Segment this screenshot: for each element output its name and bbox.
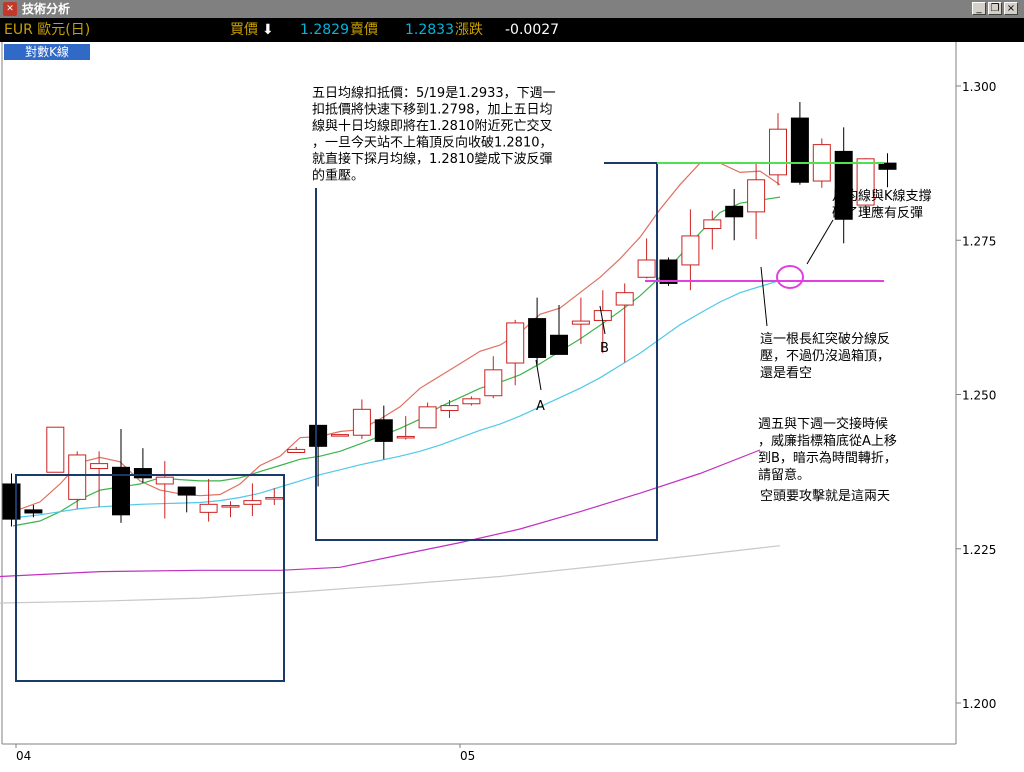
log-candle-tab[interactable]: 對數K線 <box>4 44 90 60</box>
quote-bar: EUR 歐元(日) 買價 ⬇ 1.2829 賣價 1.2833 漲跌 -0.00… <box>0 18 1024 42</box>
symbol-label[interactable]: EUR 歐元(日) <box>4 21 90 39</box>
candle-body[interactable] <box>659 259 678 284</box>
buy-price-value: 1.2829 <box>300 22 349 38</box>
annotation-line: 就直接下探月均線，1.2810變成下波反彈 <box>312 151 553 167</box>
candle-body[interactable] <box>615 292 634 306</box>
annotation-line: 還是看空 <box>760 365 812 381</box>
candle-body[interactable] <box>440 405 459 412</box>
candle-body[interactable] <box>90 463 109 470</box>
change-value: -0.0027 <box>505 22 560 38</box>
annotation-line: 這一根長紅突破分線反 <box>760 331 890 347</box>
x-tick-label: 05 <box>460 749 475 763</box>
candle-body[interactable] <box>769 128 787 176</box>
candle-body[interactable] <box>790 117 809 183</box>
chart-area[interactable]: 1.300 1.275 1.250 1.225 1.200 04 05 A B 五日均線扣… <box>0 42 1024 768</box>
minimize-button[interactable]: _ <box>972 2 986 15</box>
candle-body[interactable] <box>352 408 371 436</box>
candle-body[interactable] <box>243 500 262 505</box>
title-bar: ✕ 技術分析 _ ❐ × <box>0 0 1024 18</box>
y-tick-label: 1.250 <box>962 389 996 403</box>
y-tick-label: 1.275 <box>962 234 996 248</box>
annotation-line: 扣抵價將快速下移到1.2798，加上五日均 <box>312 103 553 118</box>
label-b: B <box>600 341 609 356</box>
candle-body[interactable] <box>681 235 700 266</box>
candle-body[interactable] <box>396 435 415 439</box>
x-tick-label: 04 <box>16 749 31 763</box>
candle-body[interactable] <box>571 320 590 325</box>
window-title: 技術分析 <box>22 2 71 16</box>
candle-body[interactable] <box>46 426 65 473</box>
candle-body[interactable] <box>506 322 525 364</box>
annotation-line: 週五與下週一交接時候 <box>758 416 888 432</box>
annotation-line: ，威廉指標箱底從A上移 <box>758 433 897 449</box>
candle-body[interactable] <box>177 486 196 496</box>
candle-body[interactable] <box>265 497 284 500</box>
candle-body[interactable] <box>309 424 328 447</box>
candle-body[interactable] <box>221 505 240 508</box>
candle-body[interactable] <box>374 419 393 442</box>
annotation-bear-attack: 空頭要攻擊就是這兩天 <box>760 488 890 504</box>
candle-body[interactable] <box>418 406 437 429</box>
annotation-line: 月均線與K線支撐 <box>832 188 932 204</box>
restore-button[interactable]: ❐ <box>988 2 1002 15</box>
sell-price-label: 賣價 <box>350 22 378 38</box>
candle-body[interactable] <box>528 318 547 358</box>
annotation-line: 請留意。 <box>758 467 810 483</box>
close-button[interactable]: × <box>1004 2 1018 15</box>
candle-body[interactable] <box>331 434 349 437</box>
chart-app-icon: ✕ <box>3 2 17 16</box>
annotation-line: 線與十日均線即將在1.2810附近死亡交叉 <box>312 118 553 134</box>
candle-body[interactable] <box>68 454 87 500</box>
candle-body[interactable] <box>550 334 568 355</box>
y-tick-label: 1.300 <box>962 80 996 94</box>
annotation-line: 到B，暗示為時間轉折， <box>758 450 897 466</box>
change-label: 漲跌 <box>455 22 483 38</box>
annotation-line: 壓，不過仍沒過箱頂， <box>760 348 890 364</box>
candle-body[interactable] <box>484 369 503 397</box>
candle-body[interactable] <box>199 503 218 513</box>
candle-body[interactable] <box>24 509 43 514</box>
candle-body[interactable] <box>287 448 306 453</box>
candle-body[interactable] <box>155 476 174 485</box>
candlestick-chart[interactable]: 1.300 1.275 1.250 1.225 1.200 04 05 A B 五日均線扣… <box>0 42 1024 768</box>
candle-body[interactable] <box>133 468 152 479</box>
annotation-line: 的重壓。 <box>312 168 364 184</box>
annotation-line: 破了理應有反彈 <box>832 205 923 221</box>
candle-body[interactable] <box>878 162 897 170</box>
candle-body[interactable] <box>725 205 744 218</box>
buy-price-label: 買價 <box>230 22 258 38</box>
sell-price-value: 1.2833 <box>405 22 454 38</box>
candle-body[interactable] <box>462 398 481 405</box>
down-arrow-icon: ⬇ <box>262 22 274 38</box>
candle-body[interactable] <box>2 483 21 520</box>
candle-body[interactable] <box>637 259 656 278</box>
y-tick-label: 1.225 <box>962 543 996 557</box>
annotation-line: ，一旦今天站不上箱頂反向收破1.2810， <box>312 135 553 151</box>
y-tick-label: 1.200 <box>962 697 996 711</box>
candle-body[interactable] <box>747 179 766 213</box>
annotation-line: 五日均線扣抵價：5/19是1.2933，下週一 <box>312 85 556 101</box>
candle-body[interactable] <box>703 219 722 230</box>
label-a: A <box>536 399 545 414</box>
